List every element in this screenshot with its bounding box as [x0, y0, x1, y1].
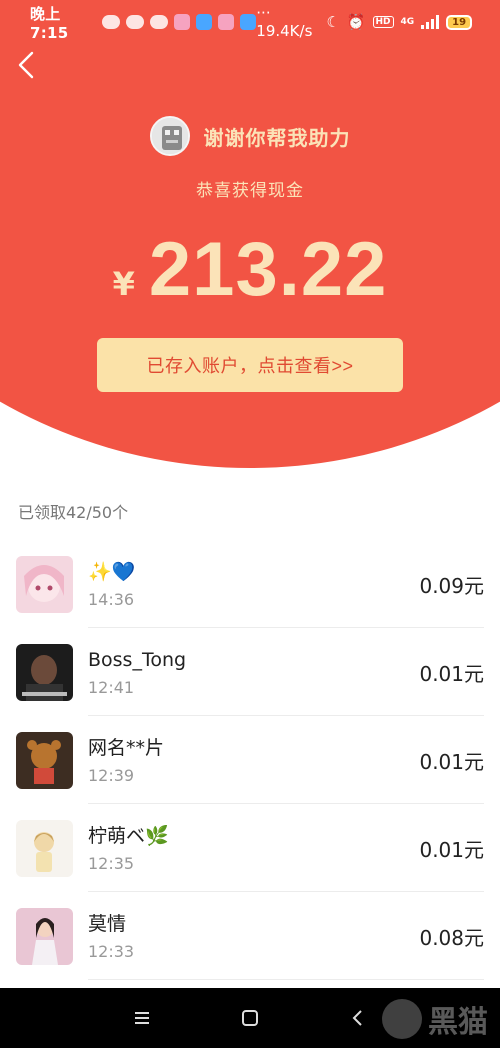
moon-icon: ☾ — [326, 13, 340, 31]
record-amount: 0.01元 — [419, 749, 484, 774]
hd-icon: HD — [372, 16, 394, 28]
notification-icons — [102, 14, 257, 30]
back-button[interactable] — [14, 50, 42, 80]
avatar — [16, 643, 73, 701]
status-bar: 晚上7:15 ··· 19.4K/s ☾ ⏰ HD 4G 19 — [0, 0, 500, 44]
app-notification-icon — [174, 14, 191, 30]
record-time: 12:33 — [88, 941, 135, 961]
list-item[interactable]: 柠萌ベ🌿 12:35 0.01元 — [0, 804, 500, 892]
app-notification-icon — [218, 14, 235, 30]
watermark-text: 黑猫 — [428, 1005, 488, 1040]
avatar — [16, 819, 73, 877]
nav-back-button[interactable] — [348, 1008, 368, 1028]
sender-name: 谢谢你帮我助力 — [203, 125, 351, 150]
home-button[interactable] — [240, 1008, 260, 1028]
cat-logo-icon — [382, 999, 422, 1039]
avatar — [16, 907, 73, 965]
record-time: 12:35 — [88, 853, 135, 873]
menu-icon — [135, 1012, 149, 1024]
wechat-icon — [150, 15, 169, 29]
chevron-left-icon — [18, 51, 34, 79]
record-amount: 0.08元 — [419, 925, 484, 950]
red-packet-header: 晚上7:15 ··· 19.4K/s ☾ ⏰ HD 4G 19 谢谢你帮我助力 … — [0, 0, 500, 470]
amount-display: ¥ 213.22 — [0, 226, 500, 313]
sender-avatar — [149, 116, 190, 156]
congrats-text: 恭喜获得现金 — [196, 181, 304, 201]
record-amount: 0.09元 — [419, 573, 484, 598]
record-amount: 0.01元 — [419, 837, 484, 862]
record-name: 莫情 — [88, 912, 127, 935]
record-name: Boss_Tong — [88, 648, 187, 671]
alarm-icon: ⏰ — [346, 13, 366, 31]
battery-icon: 19 — [446, 14, 472, 30]
record-name: 柠萌ベ🌿 — [88, 824, 169, 847]
record-time: 12:39 — [88, 765, 135, 785]
list-item[interactable]: ✨💙 14:36 0.09元 — [0, 540, 500, 628]
record-name: 网名**片 — [88, 736, 165, 759]
home-icon — [242, 1010, 258, 1026]
sender-info: 谢谢你帮我助力 — [0, 116, 500, 156]
record-amount: 0.01元 — [419, 661, 484, 686]
list-item[interactable]: 莫情 12:33 0.08元 — [0, 892, 500, 980]
amount-value: 213.22 — [148, 227, 388, 312]
record-name: ✨💙 — [88, 560, 136, 583]
signal-icon — [421, 15, 440, 29]
status-time: 晚上7:15 — [30, 4, 69, 42]
network-speed: ··· 19.4K/s — [256, 4, 313, 40]
record-time: 14:36 — [88, 589, 135, 609]
watermark-logo: 黑猫 — [382, 994, 492, 1044]
record-time: 12:41 — [88, 677, 135, 697]
view-account-button[interactable]: 已存入账户，点击查看>> — [97, 338, 403, 392]
list-item[interactable]: Boss_Tong 12:41 0.01元 — [0, 628, 500, 716]
status-right: ··· 19.4K/s ☾ ⏰ HD 4G 19 — [256, 4, 472, 40]
app-notification-icon — [240, 14, 257, 30]
avatar — [16, 731, 73, 789]
wechat-icon — [126, 15, 145, 29]
claimed-summary: 已领取42/50个 — [18, 503, 129, 522]
back-icon — [352, 1010, 362, 1026]
app-notification-icon — [196, 14, 213, 30]
currency-symbol: ¥ — [112, 265, 135, 303]
list-item[interactable]: 网名**片 12:39 0.01元 — [0, 716, 500, 804]
claim-records-list: ✨💙 14:36 0.09元 Boss_Tong 12:41 0.01元 网名*… — [0, 540, 500, 980]
wechat-icon — [102, 15, 121, 29]
menu-button[interactable] — [132, 1008, 152, 1028]
network-type: 4G — [400, 17, 415, 27]
avatar — [16, 555, 73, 613]
system-nav-bar: 黑猫 — [0, 988, 500, 1048]
